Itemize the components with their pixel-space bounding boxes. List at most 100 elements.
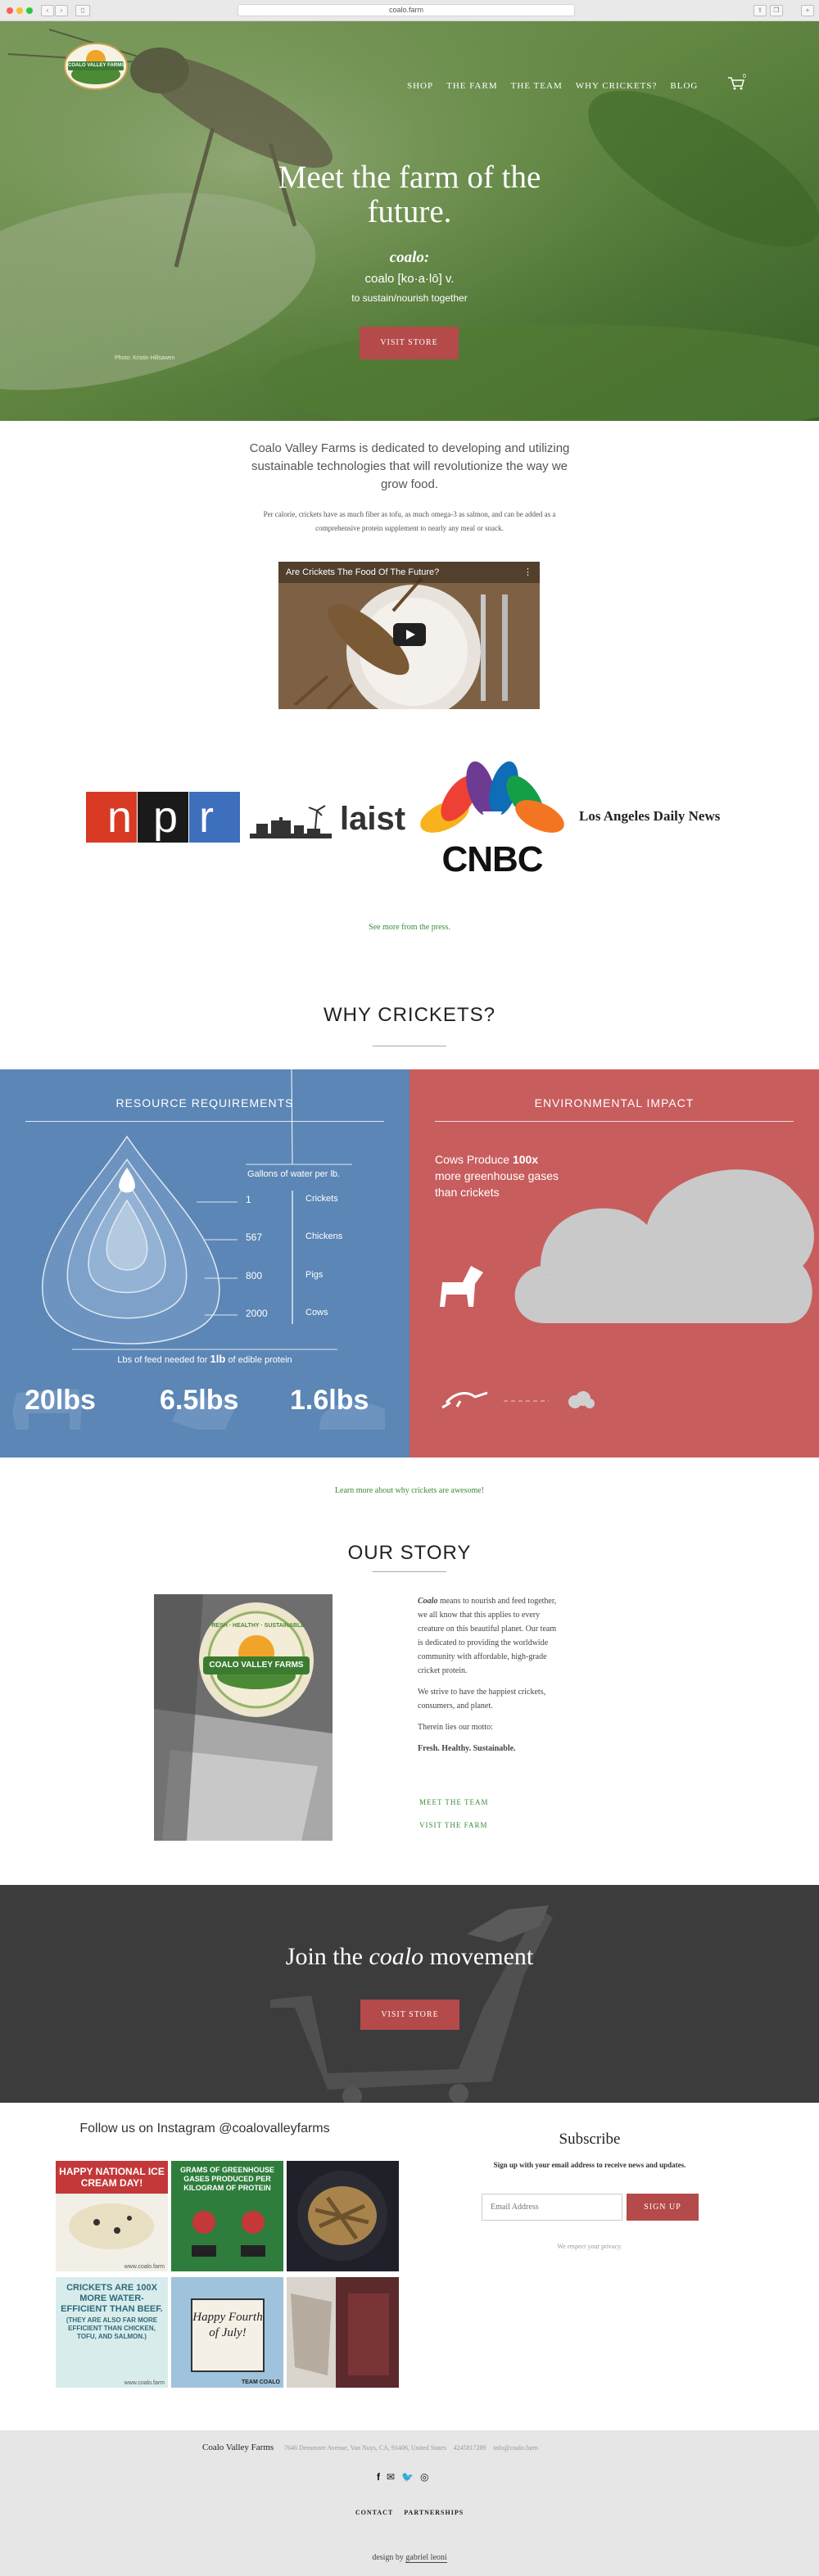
hero-pronunciation: coalo [ko·a·lō] v. [364, 272, 455, 286]
npr-logo-text: npr [106, 793, 236, 842]
story-text: Coalo means to nourish and feed together… [418, 1594, 563, 1763]
story-paragraph-3: Therein lies our motto: [418, 1723, 493, 1732]
forward-icon[interactable]: › [55, 5, 68, 16]
footer-address: 7646 Densmore Avenue, Van Nuys, CA, 9140… [283, 2444, 446, 2452]
footer-phone: 4245817289 [453, 2444, 486, 2452]
close-window-icon[interactable] [7, 7, 13, 14]
sign-up-button[interactable]: SIGN UP [627, 2194, 699, 2221]
join-visit-store-button[interactable]: VISIT STORE [360, 2000, 459, 2030]
video-play-button[interactable] [393, 623, 426, 646]
designer-link[interactable]: gabriel leoni [405, 2553, 447, 2563]
instagram-icon[interactable]: ◎ [420, 2471, 428, 2483]
minimize-window-icon[interactable] [16, 7, 23, 14]
hero-word: coalo: [389, 249, 430, 266]
instagram-post-5-text: Happy Fourth of July! [192, 2311, 263, 2339]
nav-blog[interactable]: BLOG [670, 81, 698, 91]
instagram-post-1-footer: www.coalo.farm [124, 2264, 165, 2270]
npr-logo: npr [86, 792, 240, 843]
laist-logo: laist [250, 793, 405, 842]
visit-the-farm-link[interactable]: VISIT THE FARM [419, 1821, 488, 1829]
photo-credit: Photo: Kristin Hillsawen [115, 355, 175, 361]
story-image-label: FRESH · HEALTHY · SUSTAINABLE [208, 1623, 305, 1629]
story-image: COALO VALLEY FARMS FRESH · HEALTHY · SUS… [154, 1594, 333, 1841]
instagram-post-1-text: HAPPY NATIONAL ICE CREAM DAY! [56, 2161, 168, 2194]
join-section: Join the coalo movement VISIT STORE [0, 1885, 819, 2103]
footer-partnerships-link[interactable]: PARTNERSHIPS [404, 2509, 464, 2516]
gallons-label: Gallons of water per lb. [247, 1169, 341, 1179]
cart-count: 0 [743, 74, 746, 79]
story-paragraph-2: We strive to have the happiest crickets,… [418, 1688, 546, 1711]
cart-watermark-icon [270, 1905, 553, 2103]
hero-visit-store-button[interactable]: VISIT STORE [360, 327, 459, 359]
video-share-icon[interactable]: ⋮ [523, 567, 532, 577]
why-crickets-title: WHY CRICKETS? [324, 1004, 495, 1026]
resource-requirements-panel: RESOURCE REQUIREMENTS Gallons of water p… [0, 1069, 410, 1457]
water-crickets-label: Crickets [305, 1194, 338, 1204]
footer-info: Coalo Valley Farms 7646 Densmore Avenue,… [202, 2443, 538, 2452]
nav-shop[interactable]: SHOP [407, 81, 433, 91]
email-icon[interactable]: ✉ [387, 2471, 395, 2483]
email-field[interactable] [482, 2194, 622, 2221]
instagram-post-2[interactable]: GRAMS OF GREENHOUSE GASES PRODUCED PER K… [171, 2161, 283, 2271]
cricket-icon [441, 1391, 488, 1409]
water-cows-value: 2000 [246, 1308, 268, 1319]
cow-icon [440, 1266, 483, 1307]
feed-crickets-value: 1.6lbs [290, 1385, 369, 1416]
instagram-post-5[interactable]: Happy Fourth of July! TEAM COALO [171, 2277, 283, 2388]
share-icon[interactable]: ⇪ [753, 5, 767, 16]
twitter-icon[interactable]: 🐦 [401, 2471, 414, 2483]
footer-email: info@coalo.farm [493, 2444, 539, 2452]
la-daily-news-logo: Los Angeles Daily News [579, 808, 721, 824]
subscribe-title: Subscribe [559, 2131, 621, 2148]
address-bar[interactable]: coalo.farm [238, 4, 575, 16]
hero-section: COALO VALLEY FARMS SHOP THE FARM THE TEA… [0, 21, 819, 421]
feed-pigs-value: 6.5lbs [160, 1385, 239, 1416]
instagram-post-6[interactable] [287, 2277, 399, 2388]
back-icon[interactable]: ‹ [41, 5, 54, 16]
video-embed[interactable]: Are Crickets The Food Of The Future? ⋮ [278, 562, 540, 709]
water-chickens-value: 567 [246, 1232, 263, 1243]
press-link[interactable]: See more from the press. [0, 923, 819, 932]
tabs-icon[interactable]: ❐ [770, 5, 783, 16]
nav-why-crickets[interactable]: WHY CRICKETS? [576, 81, 658, 91]
cnbc-peacock-icon [420, 761, 564, 841]
instagram-post-4-subtext: (THEY ARE ALSO FAR MORE EFFICIENT THAN C… [66, 2316, 158, 2340]
story-paragraph-1: Coalo means to nourish and feed together… [418, 1597, 557, 1675]
story-divider [373, 1571, 446, 1572]
greenhouse-infographic [192, 2211, 265, 2257]
instagram-title: Follow us on Instagram @coalovalleyfarms [79, 2122, 330, 2135]
social-icons: f ✉ 🐦 ◎ [377, 2471, 429, 2483]
privacy-note: We respect your privacy. [557, 2243, 622, 2250]
site-footer: Coalo Valley Farms 7646 Densmore Avenue,… [0, 2430, 819, 2576]
why-crickets-link[interactable]: Learn more about why crickets are awesom… [0, 1486, 819, 1495]
instagram-post-3[interactable] [287, 2161, 399, 2271]
site-logo[interactable]: COALO VALLEY FARMS [63, 42, 129, 91]
new-tab-icon[interactable]: + [801, 5, 814, 16]
instagram-post-4[interactable]: CRICKETS ARE 100X MORE WATER-EFFICIENT T… [56, 2277, 168, 2388]
laist-logo-text: laist [340, 801, 406, 837]
hero-title: Meet the farm of the future. [278, 160, 541, 229]
footer-links: CONTACT PARTNERSHIPS [0, 2509, 819, 2516]
instagram-post-5-footer: TEAM COALO [241, 2379, 280, 2385]
facebook-icon[interactable]: f [377, 2471, 380, 2483]
sidebar-icon[interactable]: ▯ [75, 5, 90, 16]
cricket-dish-photo [297, 2171, 387, 2261]
subscribe-description: Sign up with your email address to recei… [493, 2161, 686, 2169]
feed-cows-value: 20lbs [25, 1385, 96, 1416]
video-title: Are Crickets The Food Of The Future? [286, 567, 440, 577]
footer-contact-link[interactable]: CONTACT [355, 2509, 393, 2516]
water-pigs-value: 800 [246, 1270, 263, 1281]
cnbc-logo-text: CNBC [441, 839, 543, 879]
meet-the-team-link[interactable]: MEET THE TEAM [419, 1798, 489, 1806]
instagram-post-1[interactable]: HAPPY NATIONAL ICE CREAM DAY! www.coalo.… [56, 2161, 168, 2271]
story-image-logo-text: COALO VALLEY FARMS [209, 1661, 304, 1670]
logo-text: COALO VALLEY FARMS [68, 63, 124, 68]
emissions-graphic [440, 1169, 814, 1409]
instagram-post-2-text: GRAMS OF GREENHOUSE GASES PRODUCED PER K… [179, 2166, 274, 2192]
maximize-window-icon[interactable] [26, 7, 33, 14]
cart-button[interactable]: 0 [727, 74, 749, 92]
laist-skyline-icon [250, 805, 332, 838]
nav-the-farm[interactable]: THE FARM [446, 81, 498, 91]
nav-the-team[interactable]: THE TEAM [511, 81, 563, 91]
ice-cream-photo [69, 2203, 154, 2249]
